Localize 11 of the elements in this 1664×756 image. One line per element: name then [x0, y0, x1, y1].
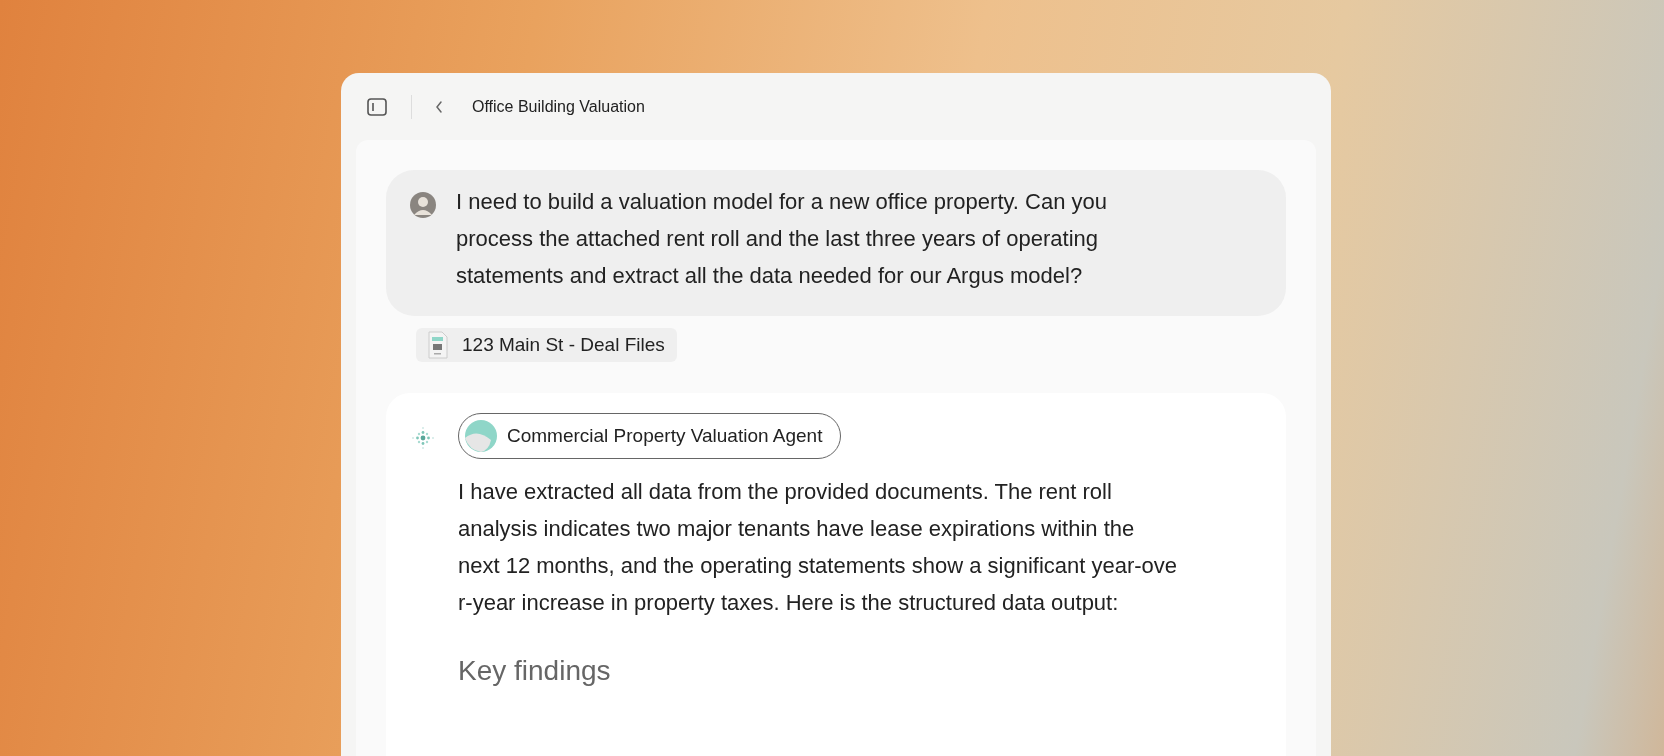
sidebar-toggle-icon[interactable]: [367, 97, 387, 116]
agent-message-text: I have extracted all data from the provided documents. The rent roll analysis indicates two major tenants have lease expirations within the next 12 months, and the operating statements show a significant year-ove r-year increase in property taxes. Here is the structured data output:: [458, 478, 1178, 617]
agent-avatar-icon: [465, 420, 497, 452]
section-heading: Key findings: [458, 655, 611, 687]
back-icon[interactable]: [434, 99, 444, 114]
avatar-icon: [410, 192, 436, 218]
window-title: Office Building Valuation: [472, 97, 645, 116]
attachment-chip[interactable]: 123 Main St - Deal Files: [416, 328, 677, 362]
user-message-text: I need to build a valuation model for a new office property. Can you process the attached rent roll and the last three years of operating statements and extract all the data needed for our Argus model?: [456, 188, 1108, 290]
file-icon: [428, 331, 448, 359]
dotted-circle-icon: [410, 425, 436, 451]
